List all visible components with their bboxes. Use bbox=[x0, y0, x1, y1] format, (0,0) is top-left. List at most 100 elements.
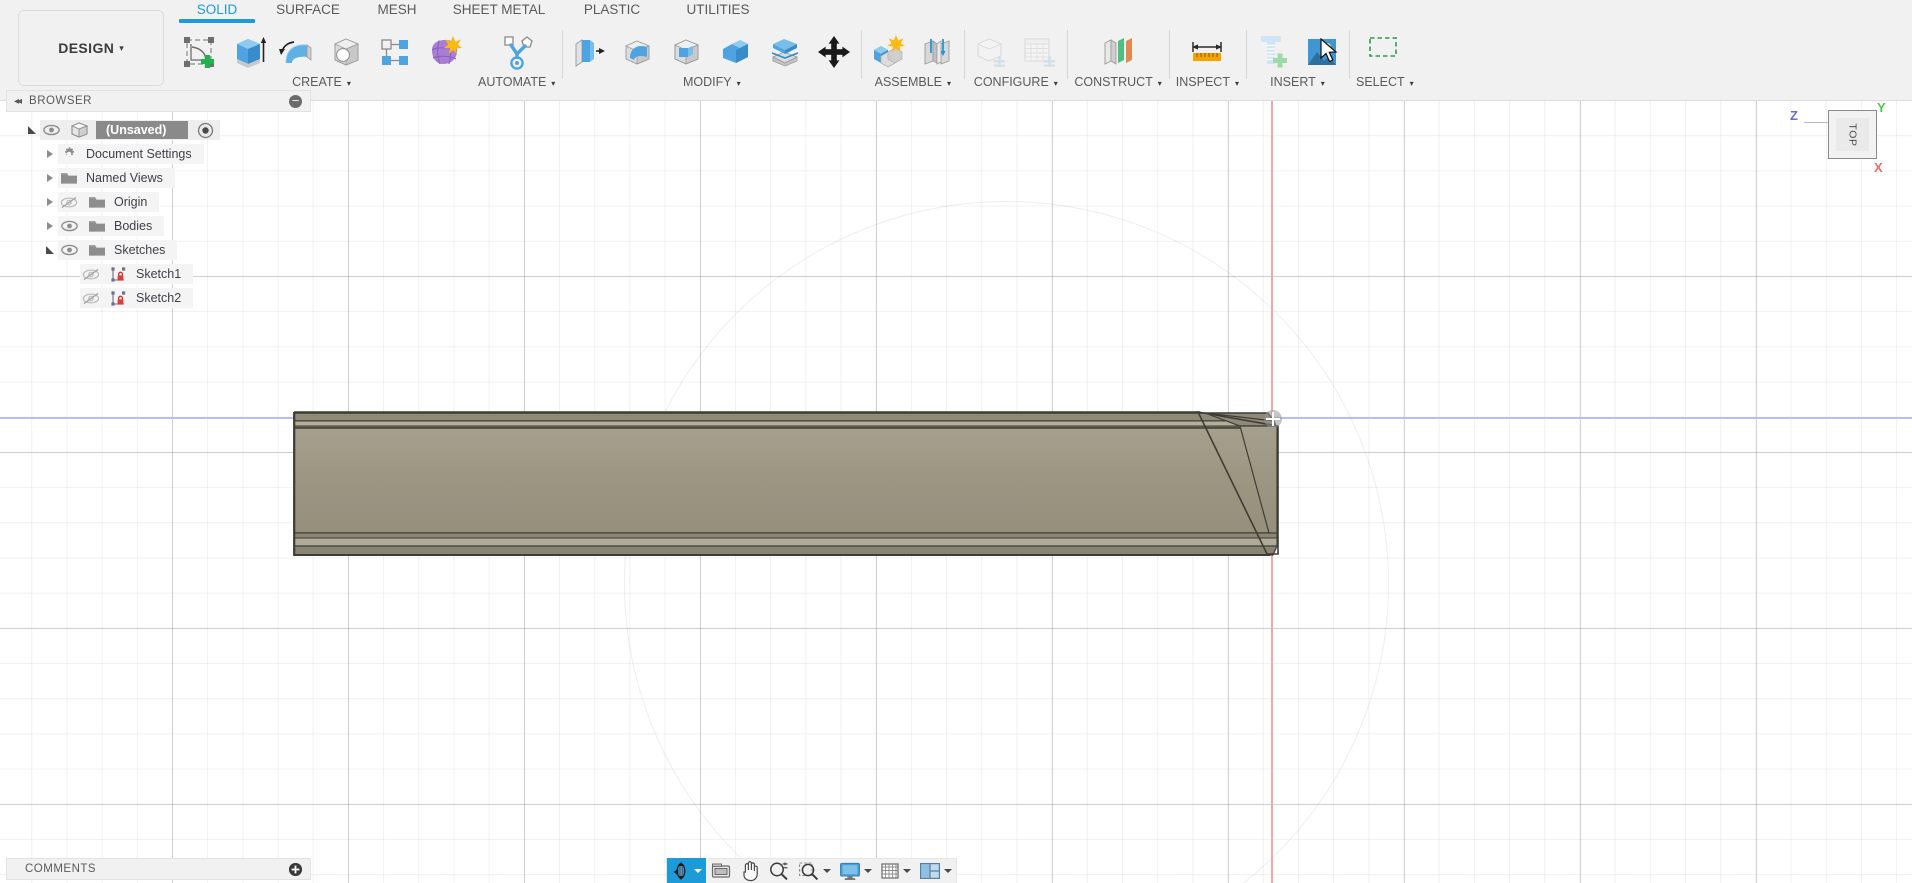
tree-row-sketch1[interactable]: Sketch1 bbox=[6, 262, 311, 286]
press-pull-icon[interactable] bbox=[569, 30, 609, 74]
twisty-open-icon[interactable] bbox=[42, 246, 58, 254]
eye-hidden-icon[interactable] bbox=[58, 193, 80, 211]
configuration-icon[interactable] bbox=[971, 30, 1011, 74]
fillet-icon[interactable] bbox=[618, 30, 658, 74]
tree-row-sketches[interactable]: Sketches bbox=[6, 238, 311, 262]
viewports-button[interactable] bbox=[915, 858, 956, 883]
document-icon bbox=[68, 121, 90, 139]
measure-icon[interactable] bbox=[1187, 30, 1227, 74]
orbit-button[interactable] bbox=[667, 858, 706, 883]
viewcube-axis-x-label: X bbox=[1874, 160, 1883, 175]
viewcube-top-face[interactable]: TOP bbox=[1828, 110, 1877, 159]
minimize-icon[interactable]: − bbox=[289, 94, 302, 108]
chevron-down-icon[interactable] bbox=[903, 869, 911, 873]
tree-row-origin[interactable]: Origin bbox=[6, 190, 311, 214]
chevron-down-icon[interactable] bbox=[864, 869, 872, 873]
insert-mcmaster-part-icon[interactable] bbox=[1253, 30, 1293, 74]
twisty-closed-icon[interactable] bbox=[42, 198, 58, 206]
folder-icon bbox=[86, 217, 108, 235]
ribbon-group-inspect-label[interactable]: INSPECT ▾ bbox=[1176, 75, 1239, 89]
workspace-switcher[interactable]: DESIGN ▾ bbox=[18, 10, 164, 86]
eye-visible-icon[interactable] bbox=[40, 121, 62, 139]
ribbon-group-select-label[interactable]: SELECT ▾ bbox=[1356, 75, 1414, 89]
tab-plastic[interactable]: PLASTIC bbox=[558, 2, 666, 21]
tab-utilities[interactable]: UTILITIES bbox=[666, 2, 770, 21]
look-at-button[interactable] bbox=[706, 858, 736, 883]
form-icon[interactable] bbox=[424, 30, 464, 74]
combine-icon[interactable] bbox=[716, 30, 756, 74]
automated-modeling-icon[interactable] bbox=[497, 30, 537, 74]
viewcube[interactable]: Z Y X TOP bbox=[1790, 100, 1905, 220]
create-sketch-icon[interactable] bbox=[179, 30, 219, 74]
display-settings-button[interactable] bbox=[835, 858, 876, 883]
chevron-down-icon: ▾ bbox=[1409, 79, 1414, 88]
chevron-down-icon[interactable] bbox=[944, 869, 952, 873]
ribbon-group-assemble-label[interactable]: ASSEMBLE ▾ bbox=[875, 75, 951, 89]
solid-body[interactable] bbox=[292, 410, 1282, 581]
tab-mesh[interactable]: MESH bbox=[354, 2, 440, 21]
eye-visible-icon[interactable] bbox=[58, 217, 80, 235]
tree-row-named-views[interactable]: Named Views bbox=[6, 166, 311, 190]
pan-button[interactable] bbox=[736, 858, 764, 883]
revolve-icon[interactable] bbox=[277, 30, 317, 74]
tree-label-origin: Origin bbox=[114, 195, 148, 209]
tree-label-sketch1: Sketch1 bbox=[136, 267, 182, 281]
ribbon-group-insert-label[interactable]: INSERT ▾ bbox=[1270, 75, 1325, 89]
tab-surface[interactable]: SURFACE bbox=[262, 2, 354, 21]
offset-plane-icon[interactable] bbox=[1098, 30, 1138, 74]
ribbon-group-configure-label[interactable]: CONFIGURE ▾ bbox=[974, 75, 1058, 89]
twisty-closed-icon[interactable] bbox=[42, 222, 58, 230]
tree-row-document-settings[interactable]: Document Settings bbox=[6, 142, 311, 166]
window-selection-icon[interactable] bbox=[1365, 30, 1405, 74]
sketch-locked-icon bbox=[108, 265, 130, 283]
grid-snaps-button[interactable] bbox=[876, 858, 915, 883]
sketch-locked-icon bbox=[108, 289, 130, 307]
joint-icon[interactable] bbox=[917, 30, 957, 74]
tree-label-unsaved: (Unsaved) bbox=[96, 121, 189, 139]
extrude-icon[interactable] bbox=[228, 30, 268, 74]
eye-hidden-icon[interactable] bbox=[80, 289, 102, 307]
zoom-button[interactable] bbox=[764, 858, 794, 883]
configuration-table-icon[interactable] bbox=[1020, 30, 1060, 74]
comments-panel[interactable]: COMMENTS bbox=[6, 858, 311, 880]
tree-row-bodies[interactable]: Bodies bbox=[6, 214, 311, 238]
shell-icon[interactable] bbox=[667, 30, 707, 74]
pattern-icon[interactable] bbox=[375, 30, 415, 74]
zoom-window-button[interactable] bbox=[794, 858, 835, 883]
tree-label-sketches: Sketches bbox=[114, 243, 166, 257]
hole-icon[interactable] bbox=[326, 30, 366, 74]
eye-visible-icon[interactable] bbox=[58, 241, 80, 259]
tab-sheet-metal[interactable]: SHEET METAL bbox=[440, 2, 558, 21]
tree-label-document-settings: Document Settings bbox=[86, 147, 192, 161]
tab-solid[interactable]: SOLID bbox=[172, 2, 262, 23]
folder-icon bbox=[86, 241, 108, 259]
workspace-label: DESIGN bbox=[58, 40, 115, 56]
tab-utilities-label: UTILITIES bbox=[686, 2, 750, 17]
split-face-icon[interactable] bbox=[765, 30, 805, 74]
ribbon-group-automate-label[interactable]: AUTOMATE ▾ bbox=[478, 75, 555, 89]
chevron-down-icon[interactable] bbox=[694, 869, 702, 873]
twisty-closed-icon[interactable] bbox=[42, 174, 58, 182]
main-toolbar: DESIGN ▾ SOLID SURFACE MESH SHEET METAL … bbox=[0, 0, 1912, 101]
collapse-left-icon[interactable]: ◂◂ bbox=[14, 96, 22, 107]
chevron-down-icon[interactable] bbox=[823, 869, 831, 873]
ribbon-group-construct-label[interactable]: CONSTRUCT ▾ bbox=[1074, 75, 1161, 89]
chevron-down-icon: ▾ bbox=[1053, 79, 1058, 88]
twisty-closed-icon[interactable] bbox=[42, 150, 58, 158]
tree-row-unsaved[interactable]: (Unsaved) bbox=[6, 118, 311, 142]
chevron-down-icon: ▾ bbox=[1234, 79, 1239, 88]
browser-header: ◂◂ BROWSER − bbox=[6, 90, 311, 112]
tab-sheet-metal-label: SHEET METAL bbox=[452, 2, 546, 17]
eye-hidden-icon[interactable] bbox=[80, 265, 102, 283]
add-comment-icon[interactable] bbox=[289, 862, 302, 876]
move-copy-icon[interactable] bbox=[814, 30, 854, 74]
chevron-down-icon: ▾ bbox=[551, 79, 556, 88]
ribbon-group-create-label[interactable]: CREATE ▾ bbox=[292, 75, 351, 89]
new-component-icon[interactable] bbox=[868, 30, 908, 74]
ribbon-group-modify: MODIFY ▾ bbox=[562, 22, 861, 101]
origin-point-marker[interactable] bbox=[1264, 410, 1282, 428]
twisty-open-icon[interactable] bbox=[24, 126, 40, 134]
activate-component-radio[interactable] bbox=[194, 121, 216, 139]
ribbon-group-modify-label[interactable]: MODIFY ▾ bbox=[683, 75, 741, 89]
tree-row-sketch2[interactable]: Sketch2 bbox=[6, 286, 311, 310]
